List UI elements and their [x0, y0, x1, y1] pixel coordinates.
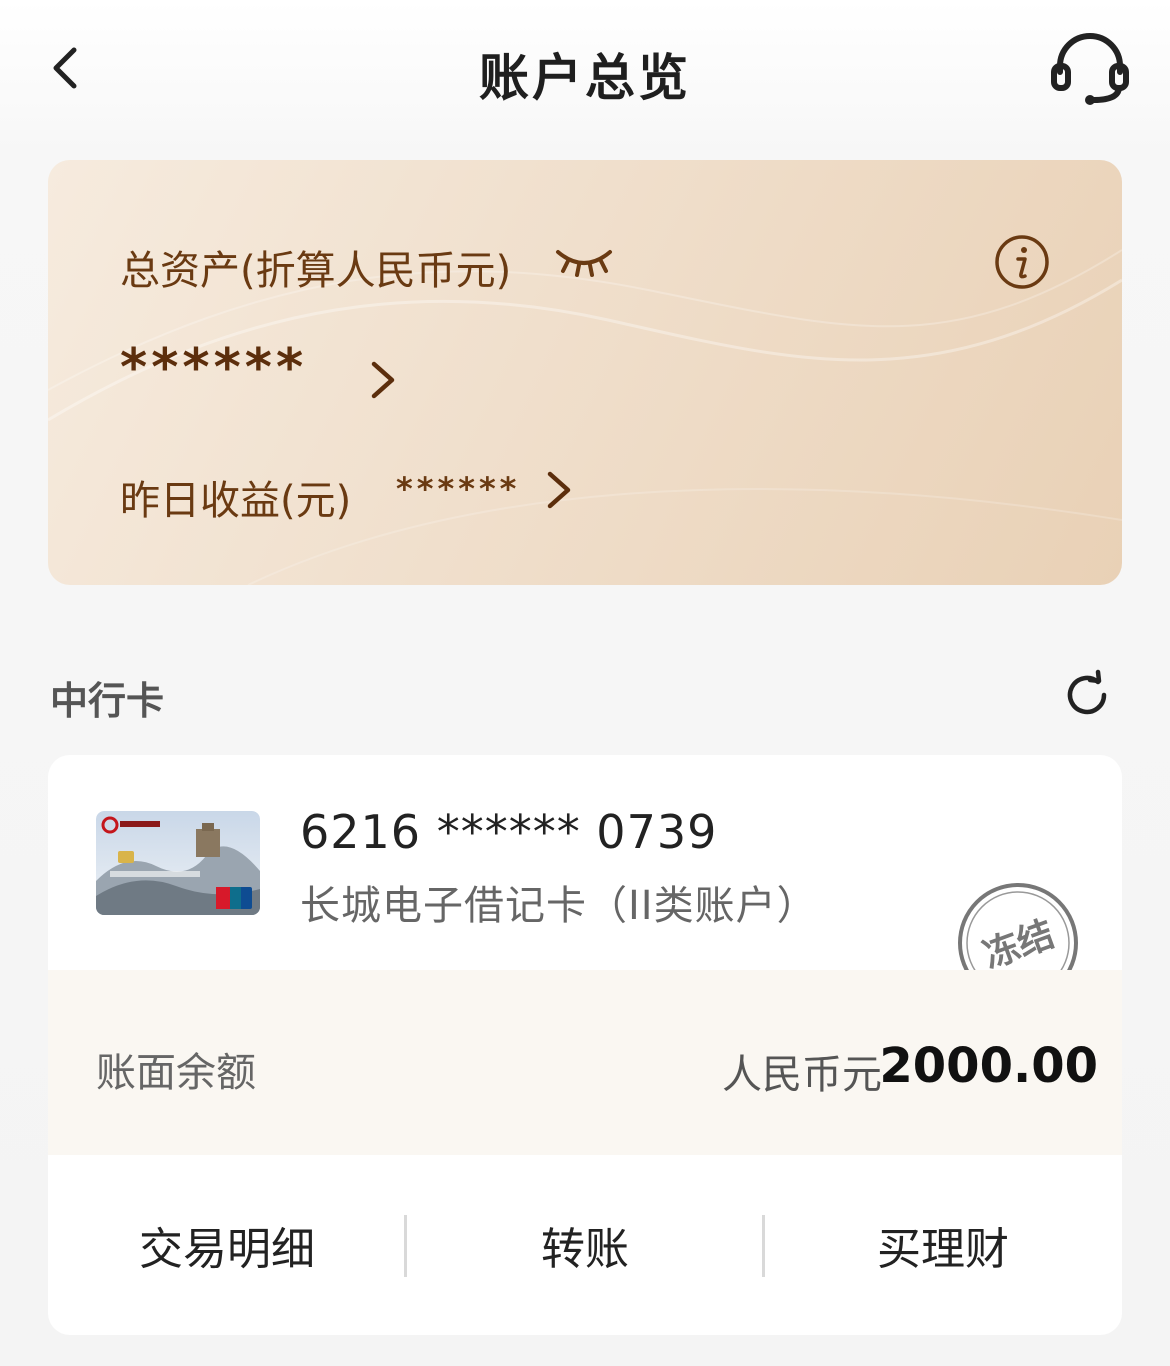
yesterday-earnings-arrow[interactable]: [540, 466, 576, 514]
account-card[interactable]: 6216 ****** 0739 长城电子借记卡（II类账户） 冻结 账面余额 …: [48, 755, 1122, 1335]
info-icon: [995, 235, 1049, 289]
eye-closed-icon: [556, 250, 612, 277]
action-divider: [404, 1215, 407, 1277]
balance-amount: 2000.00: [879, 1038, 1098, 1094]
total-assets-arrow[interactable]: [364, 356, 400, 404]
section-title: 中行卡: [50, 679, 165, 723]
page-title: 账户总览: [479, 49, 691, 107]
chevron-right-icon: [547, 471, 571, 509]
card-type: 长城电子借记卡（II类账户）: [300, 883, 818, 929]
total-assets-value[interactable]: ******: [120, 338, 307, 398]
balance-section: 账面余额 人民币元 2000.00: [48, 970, 1122, 1155]
toggle-visibility-button[interactable]: [554, 244, 614, 278]
chevron-right-icon: [371, 361, 395, 399]
customer-service-button[interactable]: [1048, 32, 1132, 110]
headset-icon: [1051, 33, 1129, 105]
buy-wealth-product-button[interactable]: 买理财: [764, 1155, 1122, 1335]
info-button[interactable]: [994, 234, 1050, 290]
top-nav-bar: 账户总览: [0, 0, 1170, 140]
total-assets-label: 总资产(折算人民币元): [120, 248, 512, 294]
card-number: 6216 ****** 0739: [300, 805, 718, 859]
action-divider: [762, 1215, 765, 1277]
yesterday-earnings-label: 昨日收益(元): [120, 478, 352, 524]
balance-currency: 人民币元: [722, 1052, 882, 1098]
total-assets-card: 总资产(折算人民币元) ****** 昨日收益(元) ******: [48, 160, 1122, 585]
balance-label: 账面余额: [96, 1050, 256, 1096]
refresh-icon: [1067, 669, 1107, 715]
account-overview-page: 账户总览 总资产(折算人民币元) ****** 昨日收益(元) ****** 中…: [0, 0, 1170, 1366]
account-actions: 交易明细 转账 买理财: [48, 1155, 1122, 1335]
yesterday-earnings-value[interactable]: ******: [396, 470, 520, 508]
transfer-button[interactable]: 转账: [406, 1155, 764, 1335]
bank-card-image: [96, 811, 260, 915]
transaction-details-button[interactable]: 交易明细: [48, 1155, 406, 1335]
refresh-button[interactable]: [1060, 668, 1114, 722]
bank-card-icon: [96, 811, 260, 915]
